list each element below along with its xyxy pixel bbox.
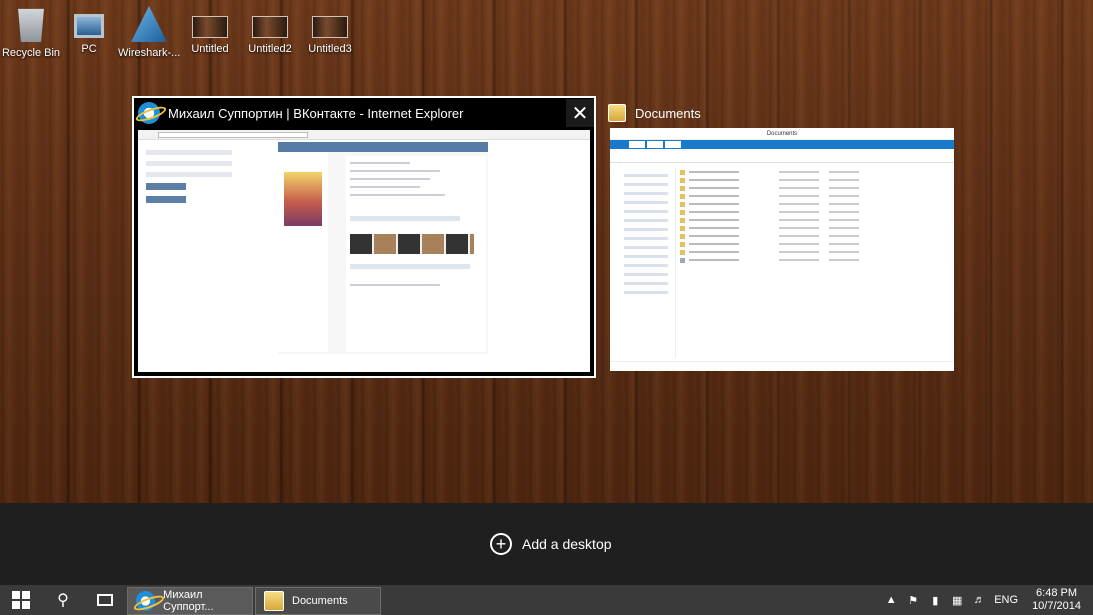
recycle-bin-icon [18,8,44,42]
taskbar-app-internet-explorer[interactable]: Михаил Суппорт... [127,587,253,615]
profile-avatar [284,172,322,226]
clock-time: 6:48 PM [1036,587,1078,599]
taskbar-app-label: Михаил Суппорт... [163,589,214,613]
language-indicator[interactable]: ENG [994,594,1018,606]
desktop-icon-label: Recycle Bin [1,47,61,59]
desktop-icon-pc[interactable]: PC [58,6,120,55]
explorer-ribbon [610,140,954,149]
explorer-title: Documents [610,128,954,140]
window-preview-vk[interactable] [138,130,590,372]
taskbar-app-label: Documents [292,595,348,607]
photo-strip [350,234,474,254]
taskbar: ⚲ Михаил Суппорт... Documents ▲ ⚑ ▮ ▦ ♬ … [0,585,1093,615]
desktop-icon-wireshark[interactable]: Wireshark-... [118,6,180,59]
explorer-sidebar [610,168,676,358]
chevron-up-icon[interactable]: ▲ [883,594,899,606]
desktop-icon-label: Wireshark-... [118,47,181,59]
desktop-icon-label: Untitled2 [248,43,292,55]
desktop-background: Recycle Bin PC Wireshark-... Untitled Un… [0,0,1093,503]
desktop-icon-label: Untitled [191,43,229,55]
volume-icon[interactable]: ♬ [971,594,987,606]
image-thumbnail-icon [312,16,348,38]
clock[interactable]: 6:48 PM 10/7/2014 [1032,587,1081,613]
desktop-icon-untitled3[interactable]: Untitled3 [299,6,361,55]
window-title: Михаил Суппортин | ВКонтакте - Internet … [168,105,464,121]
desktop-icon-label: PC [81,43,97,55]
close-window-button[interactable]: ✕ [566,99,594,127]
desktop-icon-recycle-bin[interactable]: Recycle Bin [0,6,62,59]
add-desktop-button[interactable]: + Add a desktop [490,531,612,557]
vk-profile-page [278,142,488,354]
explorer-file-list [680,168,950,264]
computer-icon [74,14,104,38]
start-button[interactable] [0,585,42,615]
search-icon: ⚲ [57,592,69,609]
internet-explorer-icon [138,102,160,124]
folder-icon [608,104,626,122]
task-view-button[interactable] [84,585,126,615]
wireshark-icon [131,6,167,42]
windows-logo-icon [12,591,30,609]
window-preview-documents[interactable]: Documents [610,128,954,371]
desktop-icon-untitled[interactable]: Untitled [179,6,241,55]
add-desktop-label: Add a desktop [522,536,612,552]
plus-circle-icon: + [490,533,512,555]
action-center-flag-icon[interactable]: ⚑ [905,594,921,607]
image-thumbnail-icon [252,16,288,38]
explorer-status-bar [610,361,954,371]
search-button[interactable]: ⚲ [42,585,84,615]
desktop-icon-untitled2[interactable]: Untitled2 [239,6,301,55]
window-title-bar: Михаил Суппортин | ВКонтакте - Internet … [134,98,594,128]
window-title: Documents [635,105,701,121]
internet-explorer-icon [136,591,156,611]
system-tray: ▲ ⚑ ▮ ▦ ♬ ENG 6:48 PM 10/7/2014 [880,585,1093,615]
explorer-nav-bar [610,149,954,163]
folder-icon [264,591,284,611]
browser-address-bar [138,130,590,140]
network-icon[interactable]: ▦ [949,594,965,607]
task-view-icon [97,594,113,606]
desktop-icon-label: Untitled3 [308,43,352,55]
clock-date: 10/7/2014 [1032,600,1081,612]
task-view-window-internet-explorer[interactable]: Михаил Суппортин | ВКонтакте - Internet … [132,96,596,378]
task-view-window-documents-title[interactable]: Documents [608,98,701,128]
taskbar-app-documents[interactable]: Documents [255,587,381,615]
image-thumbnail-icon [192,16,228,38]
battery-icon[interactable]: ▮ [927,594,943,607]
vk-login-panel [146,150,232,240]
